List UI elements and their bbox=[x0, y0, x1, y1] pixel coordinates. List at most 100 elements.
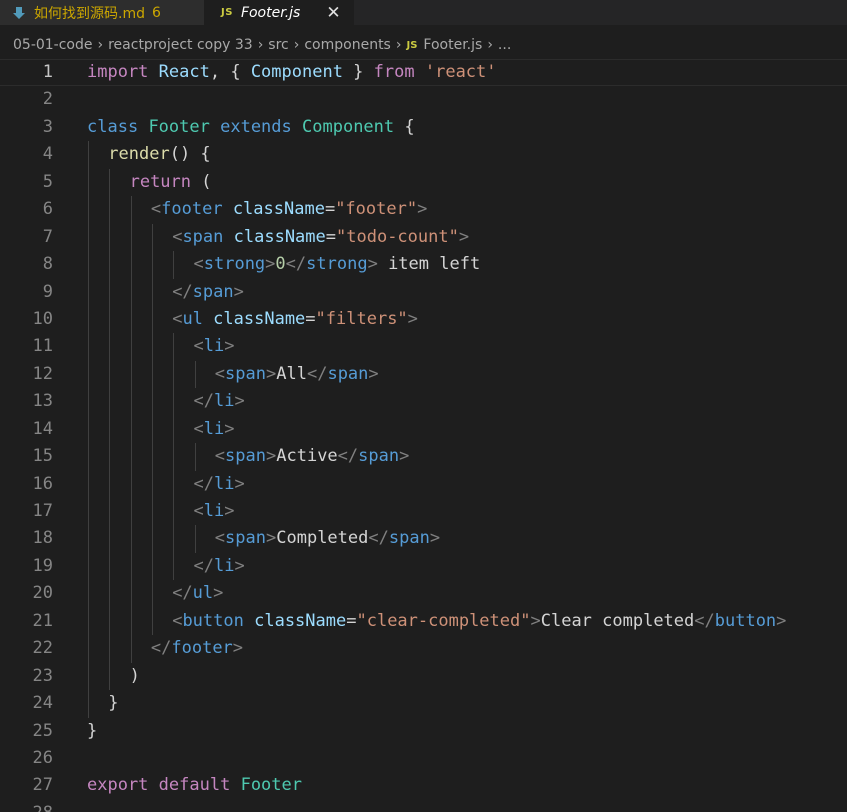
indent-guide bbox=[109, 223, 111, 252]
code-token: span bbox=[225, 446, 266, 467]
indent-guide bbox=[151, 223, 153, 252]
code-token: span bbox=[192, 281, 234, 302]
indent-guide bbox=[173, 443, 175, 471]
code-line[interactable]: 18 <span>Completed</span> bbox=[0, 525, 847, 553]
indent-guide bbox=[109, 525, 111, 553]
code-token: </ bbox=[337, 446, 359, 467]
code-line[interactable]: 24} bbox=[0, 690, 847, 718]
code-text: </li> bbox=[194, 388, 245, 415]
code-line[interactable]: 19 </li> bbox=[0, 552, 847, 581]
indent-guide bbox=[88, 498, 89, 526]
indent-guide bbox=[151, 360, 153, 389]
code-editor[interactable]: 1 import React, { Component } from 'react… bbox=[0, 59, 847, 812]
code-token: > bbox=[266, 446, 277, 467]
code-line[interactable]: 17 <li> bbox=[0, 498, 847, 526]
breadcrumb-item-components[interactable]: components bbox=[304, 37, 391, 53]
chevron-right-icon: › bbox=[487, 37, 493, 53]
breadcrumb: 05-01-code › reactproject copy 33 › src … bbox=[0, 30, 847, 60]
code-line[interactable]: 28 bbox=[0, 800, 847, 812]
code-line[interactable]: 8 <strong>0</strong> item left bbox=[0, 251, 847, 279]
code-token: "clear-completed" bbox=[356, 610, 531, 631]
code-token: span bbox=[225, 528, 266, 549]
code-line[interactable]: 5 return ( bbox=[0, 168, 847, 197]
code-text: <button className="clear-completed">Clea… bbox=[172, 608, 786, 635]
code-line[interactable]: 13 </li> bbox=[0, 388, 847, 416]
code-token: "filters" bbox=[315, 308, 408, 329]
code-line[interactable]: 12 <span>All</span> bbox=[0, 360, 847, 389]
line-number: 4 bbox=[42, 144, 53, 165]
code-line[interactable]: 10 <ul className="filters"> bbox=[0, 305, 847, 334]
code-line[interactable]: 14 <li> bbox=[0, 415, 847, 444]
code-token: 0 bbox=[275, 254, 286, 275]
code-line[interactable]: 2 bbox=[0, 86, 847, 113]
chevron-right-icon: › bbox=[293, 37, 300, 53]
breadcrumb-item-src[interactable]: src bbox=[268, 37, 288, 53]
code-token: strong bbox=[203, 254, 266, 275]
indent-guide bbox=[173, 333, 175, 361]
code-line[interactable]: 7 <span className="todo-count"> bbox=[0, 223, 847, 252]
code-token: < bbox=[172, 610, 183, 631]
code-line[interactable]: 16 </li> bbox=[0, 470, 847, 498]
breadcrumb-item-project[interactable]: reactproject copy 33 bbox=[108, 37, 253, 53]
line-number: 11 bbox=[32, 336, 53, 357]
indent-guide bbox=[130, 635, 132, 663]
code-token: className bbox=[213, 308, 306, 329]
code-line[interactable]: 25} bbox=[0, 718, 847, 745]
line-number: 7 bbox=[42, 226, 53, 247]
code-token: "todo-count" bbox=[336, 226, 459, 247]
code-token: li bbox=[213, 391, 235, 412]
code-text: <span>All</span> bbox=[215, 361, 379, 388]
breadcrumb-item-root[interactable]: 05-01-code bbox=[13, 37, 93, 53]
code-token: > bbox=[234, 473, 245, 494]
indent-guide bbox=[151, 305, 153, 334]
tab-footer-js[interactable]: JS Footer.js ✕ bbox=[204, 0, 354, 25]
indent-guide bbox=[109, 498, 111, 526]
code-line[interactable]: 4 render() { bbox=[0, 141, 847, 169]
indent-guide bbox=[88, 662, 89, 691]
code-line[interactable]: 23) bbox=[0, 662, 847, 691]
indent-guide bbox=[130, 388, 132, 416]
code-text: class Footer extends Component { bbox=[87, 114, 415, 141]
code-line[interactable]: 15 <span>Active</span> bbox=[0, 443, 847, 471]
indent-guide bbox=[151, 607, 153, 636]
breadcrumb-item-symbols[interactable]: ... bbox=[498, 37, 511, 53]
indent-guide bbox=[88, 305, 89, 334]
code-token: ul bbox=[192, 583, 214, 604]
code-line[interactable]: 22 </footer> bbox=[0, 635, 847, 663]
code-token: className bbox=[232, 199, 325, 220]
code-token: extends bbox=[220, 116, 292, 137]
code-text: </li> bbox=[194, 553, 245, 580]
close-icon[interactable]: ✕ bbox=[326, 3, 340, 23]
code-line[interactable]: 20 </ul> bbox=[0, 580, 847, 608]
code-token: > bbox=[224, 336, 235, 357]
code-token: class bbox=[87, 116, 139, 137]
indent-guide bbox=[88, 251, 89, 279]
indent-guide bbox=[151, 278, 153, 306]
indent-guide bbox=[109, 662, 111, 691]
code-line[interactable]: 6 <footer className="footer"> bbox=[0, 196, 847, 224]
indent-guide bbox=[88, 223, 89, 252]
indent-guide bbox=[88, 360, 89, 389]
code-line[interactable]: 9 </span> bbox=[0, 278, 847, 306]
code-token: export bbox=[87, 775, 149, 796]
line-number: 10 bbox=[32, 308, 53, 329]
indent-guide bbox=[88, 580, 89, 608]
code-line[interactable]: 27 export default Footer bbox=[0, 772, 847, 799]
breadcrumb-item-file[interactable]: Footer.js bbox=[423, 37, 482, 53]
indent-guide bbox=[151, 415, 153, 444]
indent-guide bbox=[151, 333, 153, 361]
markdown-arrow-icon bbox=[13, 6, 25, 19]
line-number: 1 bbox=[42, 62, 53, 82]
indent-guide bbox=[173, 388, 175, 416]
indent-guide bbox=[88, 443, 89, 471]
code-token: ( bbox=[191, 171, 212, 192]
code-line[interactable]: 21 <button className="clear-completed">Cl… bbox=[0, 607, 847, 636]
code-line[interactable]: 3 class Footer extends Component { bbox=[0, 114, 847, 141]
tab-markdown-file[interactable]: 如何找到源码.md 6 bbox=[0, 0, 204, 25]
code-line[interactable]: 1 import React, { Component } from 'react… bbox=[0, 59, 847, 87]
code-token: > bbox=[530, 610, 541, 631]
code-line[interactable]: 11 <li> bbox=[0, 333, 847, 361]
code-line[interactable]: 26 bbox=[0, 745, 847, 772]
